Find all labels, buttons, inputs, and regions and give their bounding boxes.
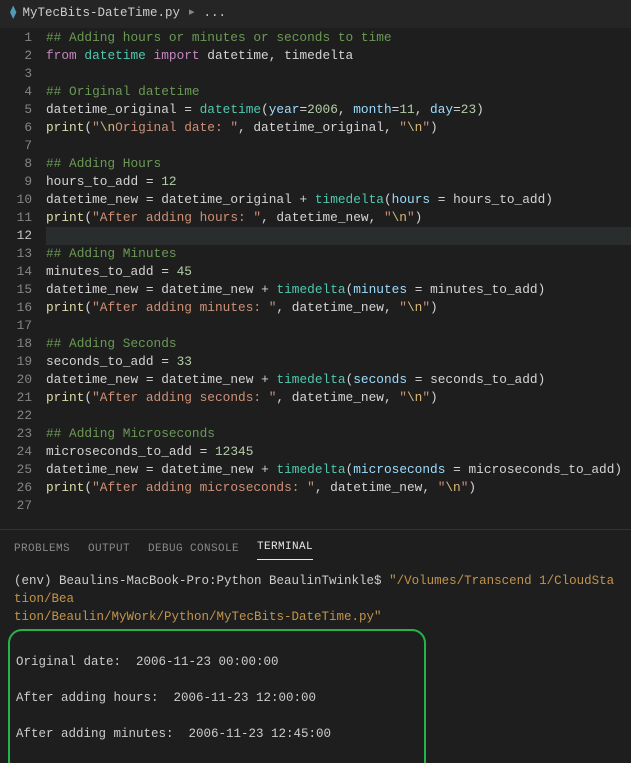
panel-tab-problems[interactable]: PROBLEMS: [14, 540, 70, 558]
code-line[interactable]: [46, 407, 631, 425]
line-number: 5: [0, 101, 32, 119]
breadcrumb-ellipsis[interactable]: ...: [204, 4, 227, 22]
line-number: 1: [0, 29, 32, 47]
code-line[interactable]: datetime_new = datetime_new + timedelta(…: [46, 281, 631, 299]
terminal-output-highlight: Original date: 2006-11-23 00:00:00 After…: [8, 629, 426, 763]
line-number: 18: [0, 335, 32, 353]
line-number: 4: [0, 83, 32, 101]
code-area[interactable]: ## Adding hours or minutes or seconds to…: [46, 29, 631, 529]
line-number: 26: [0, 479, 32, 497]
terminal-output-line: After adding minutes: 2006-11-23 12:45:0…: [16, 725, 416, 743]
line-number: 19: [0, 353, 32, 371]
code-line[interactable]: [46, 65, 631, 83]
code-line[interactable]: print("\nOriginal date: ", datetime_orig…: [46, 119, 631, 137]
code-line[interactable]: microseconds_to_add = 12345: [46, 443, 631, 461]
python-file-icon: ⧫: [10, 4, 16, 22]
code-line[interactable]: ## Adding hours or minutes or seconds to…: [46, 29, 631, 47]
line-number: 10: [0, 191, 32, 209]
line-number: 11: [0, 209, 32, 227]
code-line[interactable]: print("After adding minutes: ", datetime…: [46, 299, 631, 317]
code-line[interactable]: ## Adding Seconds: [46, 335, 631, 353]
code-line[interactable]: ## Adding Minutes: [46, 245, 631, 263]
code-line[interactable]: minutes_to_add = 45: [46, 263, 631, 281]
terminal-command-cont: tion/Beaulin/MyWork/Python/MyTecBits-Dat…: [14, 610, 382, 624]
line-number: 15: [0, 281, 32, 299]
line-number: 23: [0, 425, 32, 443]
code-line[interactable]: datetime_new = datetime_original + timed…: [46, 191, 631, 209]
code-line[interactable]: ## Adding Microseconds: [46, 425, 631, 443]
terminal-output-line: [16, 635, 416, 653]
terminal-output-line: [16, 707, 416, 725]
code-line[interactable]: print("After adding microseconds: ", dat…: [46, 479, 631, 497]
chevron-right-icon: ▸: [189, 4, 195, 22]
code-editor[interactable]: 1234567891011121314151617181920212223242…: [0, 29, 631, 529]
code-line[interactable]: ## Adding Hours: [46, 155, 631, 173]
panel-tabs: PROBLEMS OUTPUT DEBUG CONSOLE TERMINAL: [0, 529, 631, 566]
line-number: 24: [0, 443, 32, 461]
terminal-output-line: After adding hours: 2006-11-23 12:00:00: [16, 689, 416, 707]
code-line[interactable]: [46, 137, 631, 155]
line-number: 12: [0, 227, 32, 245]
terminal-panel[interactable]: (env) Beaulins-MacBook-Pro:Python Beauli…: [0, 566, 631, 763]
panel-tab-debug-console[interactable]: DEBUG CONSOLE: [148, 540, 239, 558]
code-line[interactable]: datetime_new = datetime_new + timedelta(…: [46, 371, 631, 389]
code-line[interactable]: datetime_new = datetime_new + timedelta(…: [46, 461, 631, 479]
breadcrumb: ⧫ MyTecBits-DateTime.py ▸ ...: [0, 0, 631, 29]
line-number: 9: [0, 173, 32, 191]
code-line[interactable]: print("After adding seconds: ", datetime…: [46, 389, 631, 407]
panel-tab-terminal[interactable]: TERMINAL: [257, 538, 313, 560]
code-line[interactable]: datetime_original = datetime(year=2006, …: [46, 101, 631, 119]
line-number: 16: [0, 299, 32, 317]
line-number: 7: [0, 137, 32, 155]
line-number: 14: [0, 263, 32, 281]
terminal-output-line: Original date: 2006-11-23 00:00:00: [16, 653, 416, 671]
code-line[interactable]: [46, 227, 631, 245]
line-number: 17: [0, 317, 32, 335]
line-number: 8: [0, 155, 32, 173]
code-line[interactable]: hours_to_add = 12: [46, 173, 631, 191]
breadcrumb-filename[interactable]: MyTecBits-DateTime.py: [22, 4, 180, 22]
line-number-gutter: 1234567891011121314151617181920212223242…: [0, 29, 46, 529]
code-line[interactable]: print("After adding hours: ", datetime_n…: [46, 209, 631, 227]
line-number: 22: [0, 407, 32, 425]
code-line[interactable]: from datetime import datetime, timedelta: [46, 47, 631, 65]
line-number: 20: [0, 371, 32, 389]
line-number: 21: [0, 389, 32, 407]
line-number: 13: [0, 245, 32, 263]
code-line[interactable]: ## Original datetime: [46, 83, 631, 101]
panel-tab-output[interactable]: OUTPUT: [88, 540, 130, 558]
terminal-output-line: [16, 743, 416, 761]
code-line[interactable]: [46, 497, 631, 515]
line-number: 6: [0, 119, 32, 137]
line-number: 27: [0, 497, 32, 515]
code-line[interactable]: seconds_to_add = 33: [46, 353, 631, 371]
line-number: 3: [0, 65, 32, 83]
code-line[interactable]: [46, 317, 631, 335]
terminal-prompt: (env) Beaulins-MacBook-Pro:Python Beauli…: [14, 574, 389, 588]
line-number: 25: [0, 461, 32, 479]
terminal-output-line: [16, 671, 416, 689]
line-number: 2: [0, 47, 32, 65]
